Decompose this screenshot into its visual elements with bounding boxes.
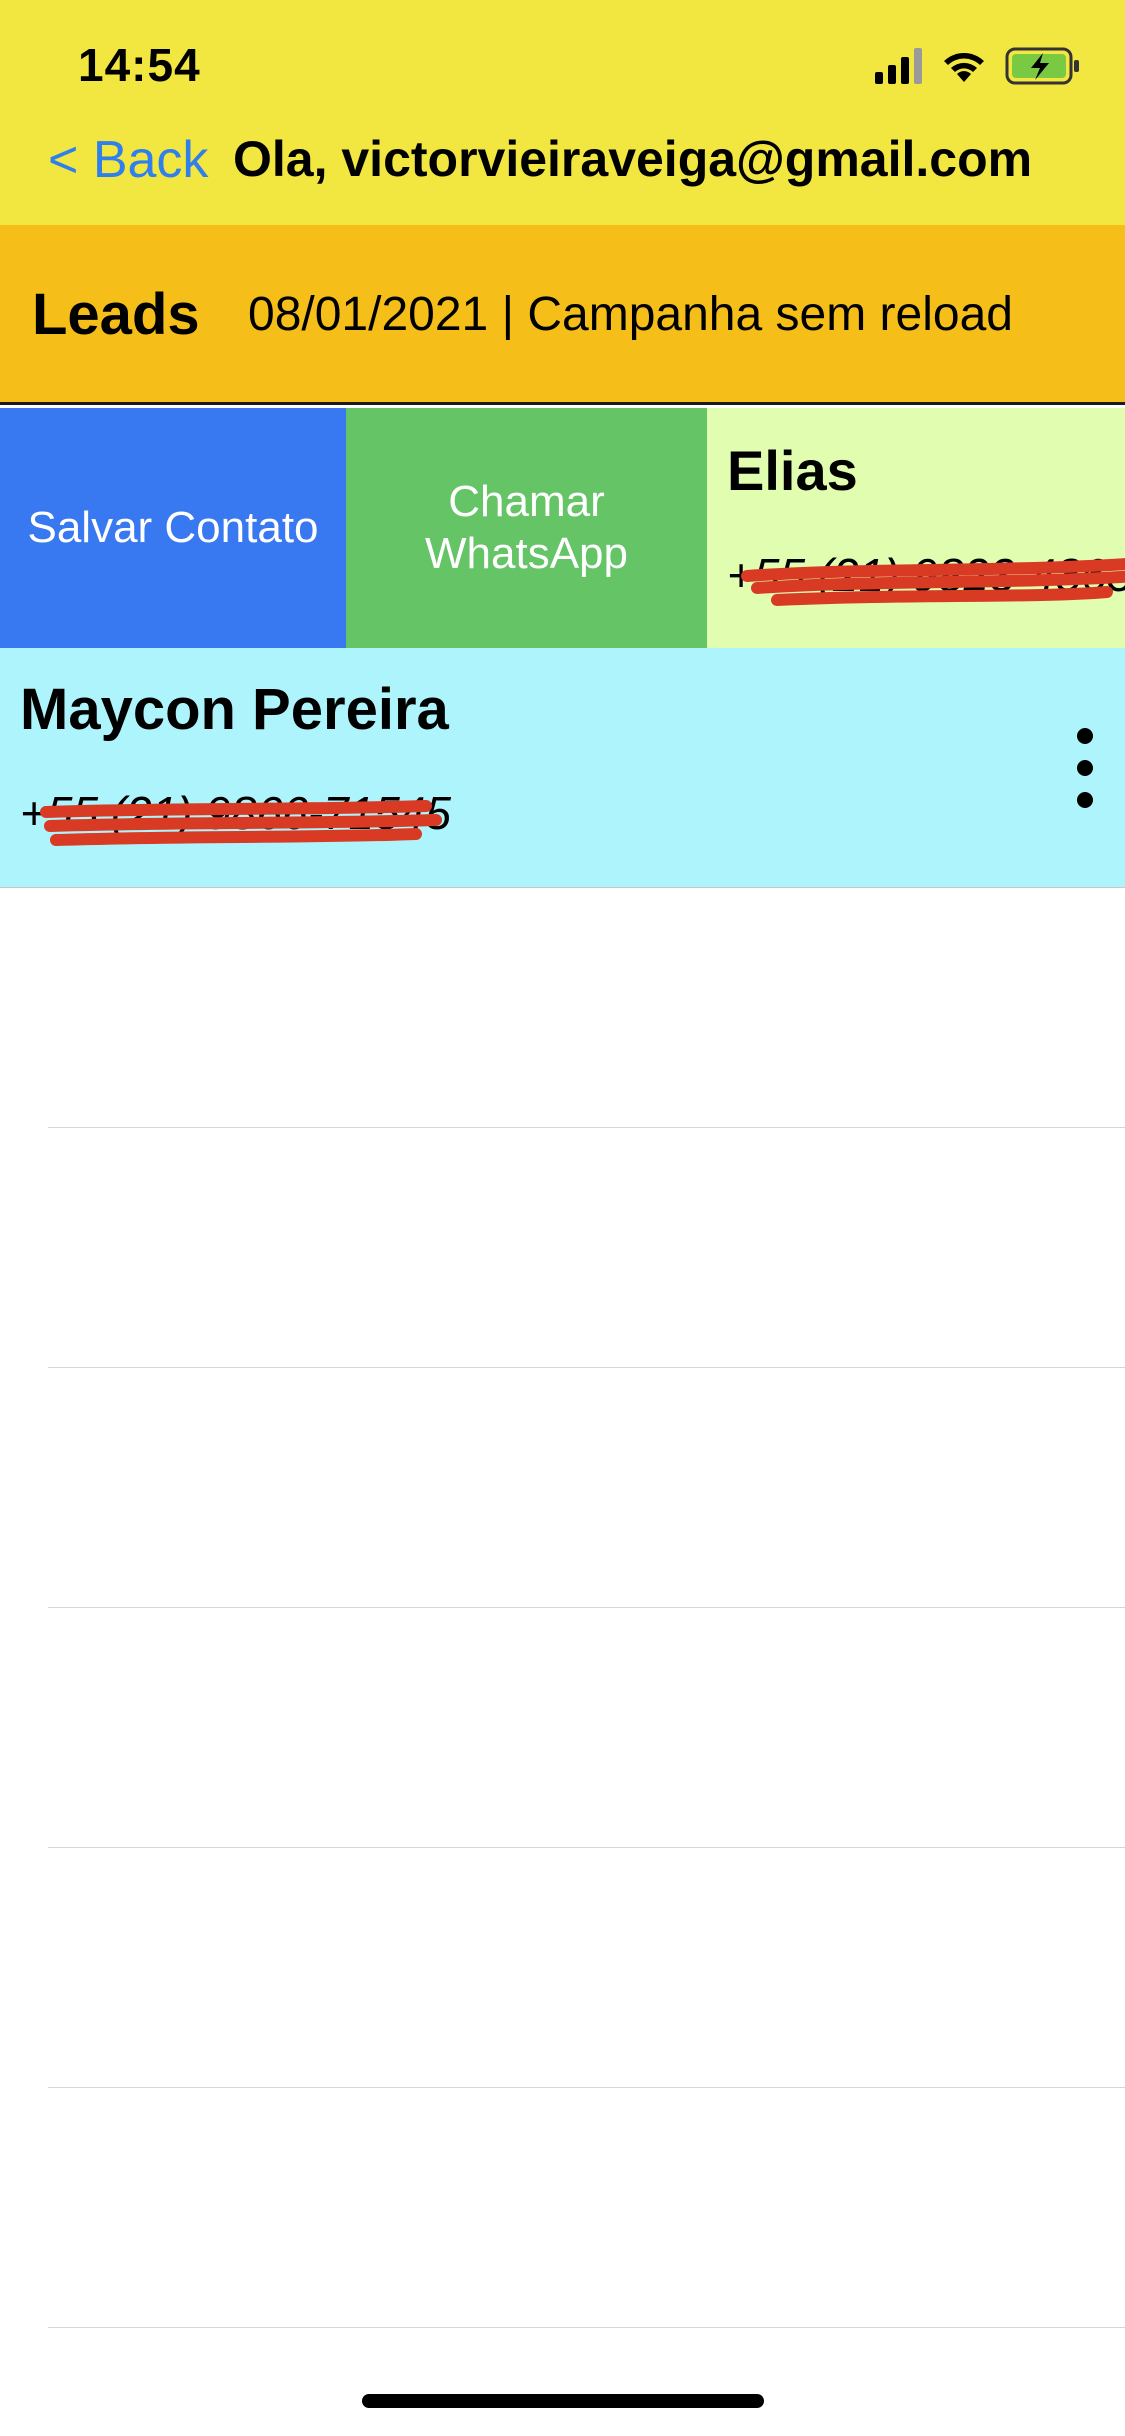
cellular-signal-icon [875,47,923,89]
status-icons [875,46,1081,90]
lead-name: Maycon Pereira [20,677,449,742]
save-contact-button[interactable]: Salvar Contato [0,408,346,648]
home-indicator[interactable] [362,2394,764,2408]
lead-phone: +55 (21) 9823-4863 [727,549,1125,601]
row-separator [48,1607,1125,1608]
header: 14:54 < Back Ola, victorvieiraveiga@gmai… [0,0,1125,225]
banner-title: Leads [32,282,200,347]
lead-name: Elias [727,439,858,502]
banner-subtitle: 08/01/2021 | Campanha sem reload [248,288,1013,341]
leads-screen: 14:54 < Back Ola, victorvieiraveiga@gmai… [0,0,1125,2436]
battery-charging-icon [1005,47,1081,90]
leads-banner: Leads 08/01/2021 | Campanha sem reload [0,225,1125,405]
whatsapp-button-label: Chamar WhatsApp [425,477,628,578]
page-title: Ola, victorvieiraveiga@gmail.com [233,131,1033,187]
list-item[interactable]: Maycon Pereira +55 (21) 9866-71545 [0,648,1125,888]
row-separator [48,2087,1125,2088]
status-time: 14:54 [78,39,201,91]
row-separator [48,1367,1125,1368]
row-separator [48,1127,1125,1128]
more-vertical-icon[interactable] [1065,728,1105,808]
back-button[interactable]: < Back [48,130,208,190]
lead-phone: +55 (21) 9866-71545 [20,787,451,839]
row-separator [48,2327,1125,2328]
lead-card-elias[interactable]: Elias +55 (21) 9823-4863 [707,408,1125,648]
row-separator [48,1847,1125,1848]
list-item[interactable]: Salvar Contato Chamar WhatsApp Elias +55… [0,408,1125,648]
whatsapp-button[interactable]: Chamar WhatsApp [346,408,707,648]
wifi-icon [941,48,987,89]
